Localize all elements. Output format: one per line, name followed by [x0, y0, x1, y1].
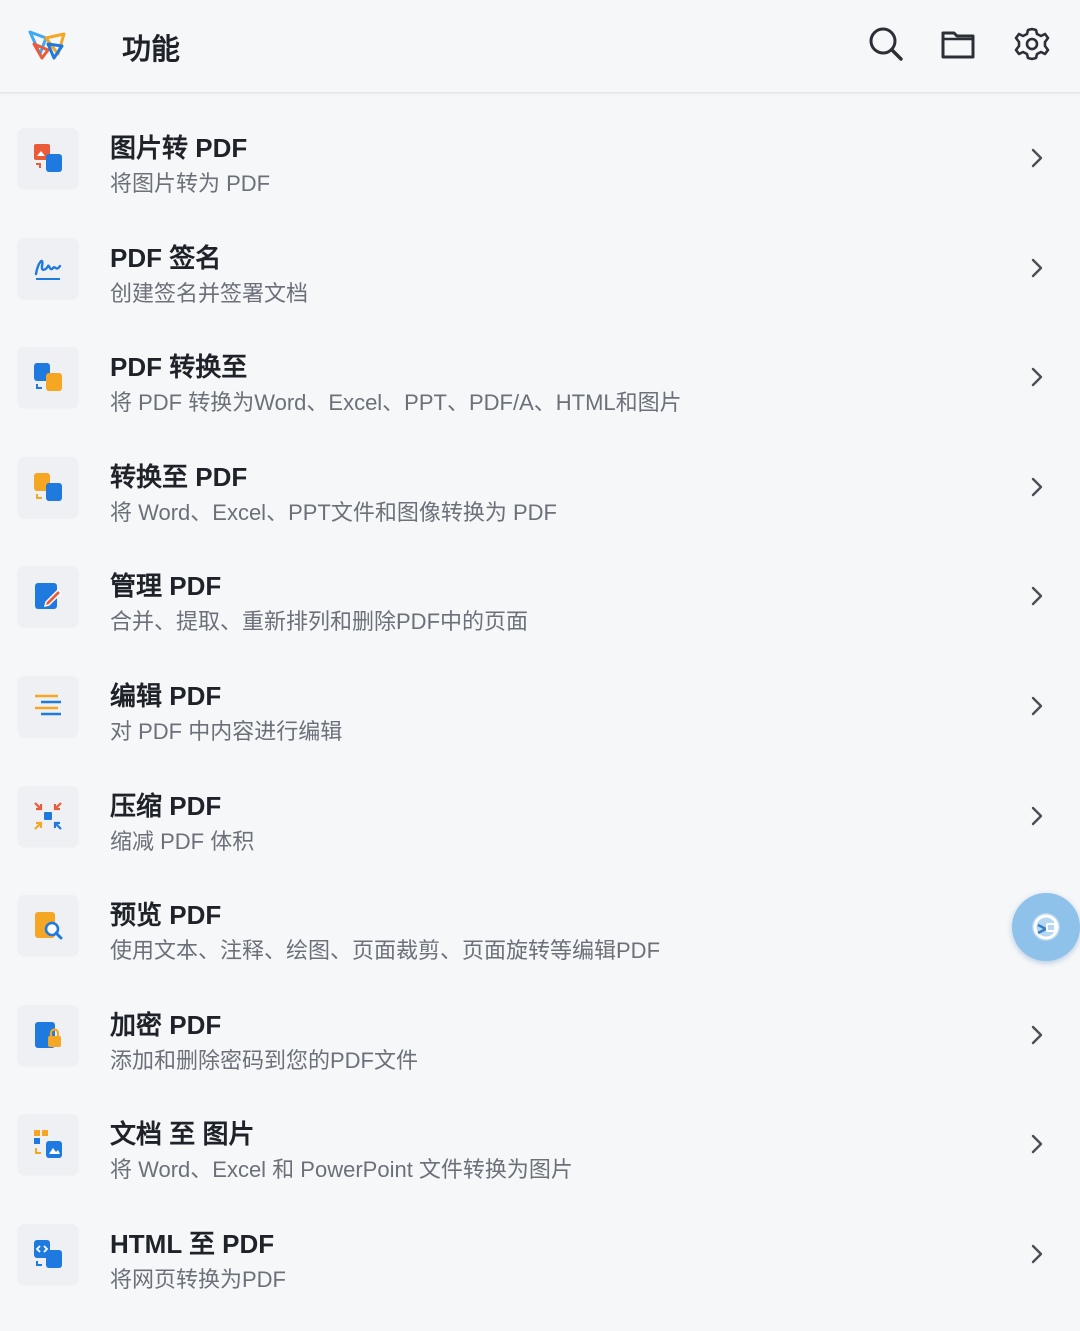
- feature-encrypt-pdf[interactable]: 加密 PDF 添加和删除密码到您的PDF文件: [0, 981, 1080, 1091]
- feature-name: 管理 PDF: [110, 571, 222, 602]
- lock-icon: [18, 1004, 78, 1065]
- feature-desc: 缩减 PDF 体积: [110, 828, 255, 854]
- manage-pdf-icon: [18, 566, 78, 627]
- compress-icon: [18, 785, 78, 846]
- feature-name: PDF 签名: [110, 242, 222, 273]
- feature-desc: 将 PDF 转换为Word、Excel、PPT、PDF/A、HTML和图片: [110, 390, 682, 416]
- feature-doc-to-image[interactable]: 文档 至 图片 将 Word、Excel 和 PowerPoint 文件转换为图…: [0, 1090, 1080, 1200]
- feature-name: PDF 转换至: [110, 352, 248, 383]
- feature-preview-pdf[interactable]: 预览 PDF 使用文本、注释、绘图、页面裁剪、页面旋转等编辑PDF: [0, 871, 1080, 981]
- feature-name: 编辑 PDF: [110, 680, 222, 711]
- app-logo-icon: [26, 24, 70, 64]
- convert-to-pdf-icon: [18, 456, 78, 517]
- feature-pdf-signature[interactable]: PDF 签名 创建签名并签署文档: [0, 214, 1080, 324]
- feature-desc: 使用文本、注释、绘图、页面裁剪、页面旋转等编辑PDF: [110, 938, 661, 964]
- feature-desc: 将 Word、Excel 和 PowerPoint 文件转换为图片: [110, 1157, 573, 1183]
- pdf-convert-icon: [18, 347, 78, 408]
- feature-desc: 创建签名并签署文档: [110, 280, 309, 306]
- feature-convert-to-pdf[interactable]: 转换至 PDF 将 Word、Excel、PPT文件和图像转换为 PDF: [0, 433, 1080, 543]
- preview-icon: [18, 895, 78, 956]
- feature-image-to-pdf[interactable]: 图片转 PDF 将图片转为 PDF: [0, 104, 1080, 214]
- feature-name: 转换至 PDF: [110, 461, 248, 492]
- feature-list: 图片转 PDF 将图片转为 PDF PDF 签名 创建签名并签署文档 PDF 转…: [0, 104, 1080, 1310]
- feature-name: 加密 PDF: [110, 1009, 222, 1040]
- doc-to-image-icon: [18, 1114, 78, 1175]
- feature-name: 预览 PDF: [110, 900, 222, 931]
- feature-desc: 将网页转换为PDF: [110, 1266, 287, 1292]
- feature-name: 图片转 PDF: [110, 133, 248, 163]
- feature-edit-pdf[interactable]: 编辑 PDF 对 PDF 中内容进行编辑: [0, 652, 1080, 762]
- signature-icon: [18, 237, 78, 298]
- floating-assistant-button[interactable]: [1012, 893, 1080, 961]
- feature-desc: 将图片转为 PDF: [110, 171, 271, 196]
- feature-manage-pdf[interactable]: 管理 PDF 合并、提取、重新排列和删除PDF中的页面: [0, 542, 1080, 652]
- chevron-right-icon: [1031, 477, 1043, 496]
- chevron-right-icon: [1031, 696, 1043, 716]
- html-to-pdf-icon: [18, 1223, 78, 1284]
- feature-desc: 对 PDF 中内容进行编辑: [110, 718, 343, 744]
- feature-html-to-pdf[interactable]: HTML 至 PDF 将网页转换为PDF: [0, 1200, 1080, 1310]
- folder-icon[interactable]: [938, 24, 978, 64]
- chevron-right-icon: [1031, 258, 1043, 277]
- chevron-right-icon: [1031, 1244, 1043, 1264]
- chevron-right-icon: [1031, 1135, 1043, 1154]
- gear-icon[interactable]: [1012, 24, 1052, 64]
- feature-name: 文档 至 图片: [110, 1119, 255, 1150]
- feature-pdf-convert[interactable]: PDF 转换至 将 PDF 转换为Word、Excel、PPT、PDF/A、HT…: [0, 323, 1080, 433]
- feature-desc: 将 Word、Excel、PPT文件和图像转换为 PDF: [110, 499, 557, 525]
- feature-name: 压缩 PDF: [110, 790, 222, 821]
- image-to-pdf-icon: [18, 128, 78, 188]
- feature-compress-pdf[interactable]: 压缩 PDF 缩减 PDF 体积: [0, 762, 1080, 872]
- chevron-right-icon: [1031, 587, 1043, 606]
- top-bar: 功能: [0, 0, 1080, 93]
- assistant-icon: [1032, 913, 1060, 941]
- feature-name: HTML 至 PDF: [110, 1228, 275, 1259]
- chevron-right-icon: [1031, 1025, 1043, 1044]
- search-icon[interactable]: [866, 24, 906, 64]
- chevron-right-icon: [1031, 148, 1043, 168]
- page-title: 功能: [122, 34, 181, 66]
- feature-desc: 合并、提取、重新排列和删除PDF中的页面: [110, 609, 529, 635]
- chevron-right-icon: [1031, 367, 1043, 387]
- chevron-right-icon: [1031, 806, 1043, 825]
- feature-desc: 添加和删除密码到您的PDF文件: [110, 1047, 419, 1073]
- edit-pdf-icon: [18, 675, 78, 736]
